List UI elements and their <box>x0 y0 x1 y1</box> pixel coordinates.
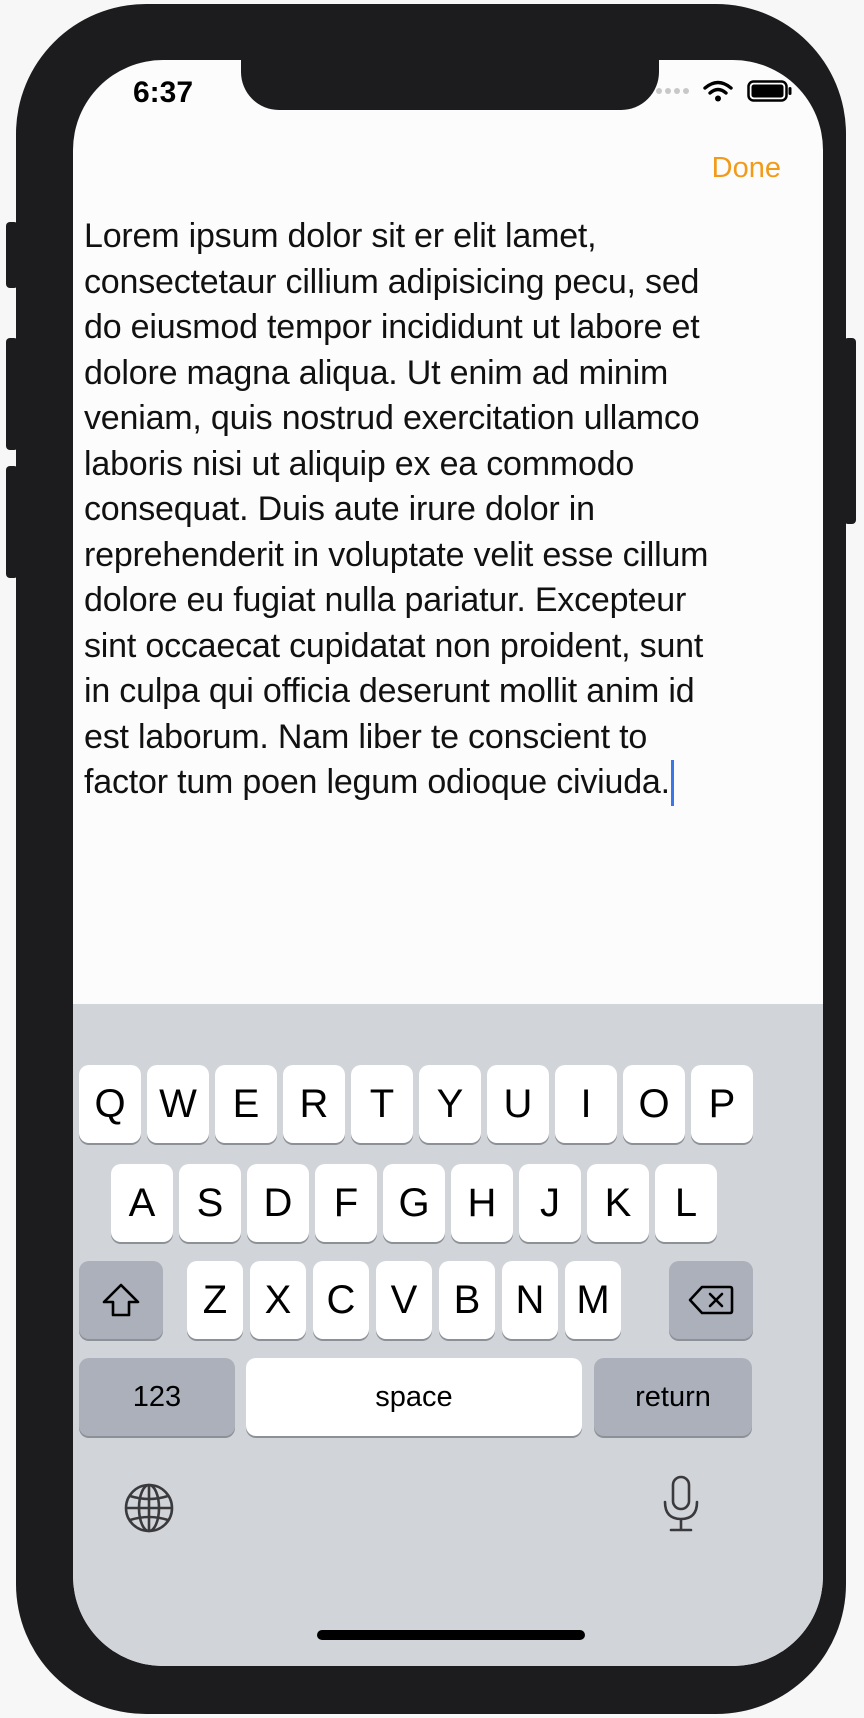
key-w[interactable]: W <box>147 1065 209 1143</box>
shift-key[interactable] <box>79 1261 163 1339</box>
status-indicators <box>655 80 793 102</box>
key-r[interactable]: R <box>283 1065 345 1143</box>
text-editor[interactable]: Lorem ipsum dolor sit er elit lamet, con… <box>84 214 804 806</box>
editor-text: Lorem ipsum dolor sit er elit lamet, con… <box>84 217 709 801</box>
key-v[interactable]: V <box>376 1261 432 1339</box>
key-e[interactable]: E <box>215 1065 277 1143</box>
microphone-icon <box>663 1475 699 1532</box>
keyboard-row-1: Q W E R T Y U I O P <box>73 1065 823 1145</box>
key-g[interactable]: G <box>383 1164 445 1242</box>
cellular-signal-icon <box>656 88 689 94</box>
key-h[interactable]: H <box>451 1164 513 1242</box>
notch <box>241 60 659 110</box>
shift-icon <box>102 1283 140 1317</box>
keyboard: Q W E R T Y U I O P A S D F G H J K L Z … <box>73 1004 823 1666</box>
key-j[interactable]: J <box>519 1164 581 1242</box>
key-a[interactable]: A <box>111 1164 173 1242</box>
battery-icon <box>747 80 792 102</box>
key-u[interactable]: U <box>487 1065 549 1143</box>
delete-icon <box>688 1285 734 1315</box>
keyboard-row-3: Z X C V B N M <box>73 1261 823 1341</box>
key-d[interactable]: D <box>247 1164 309 1242</box>
space-key[interactable]: space <box>246 1358 582 1436</box>
key-o[interactable]: O <box>623 1065 685 1143</box>
key-z[interactable]: Z <box>187 1261 243 1339</box>
key-q[interactable]: Q <box>79 1065 141 1143</box>
volume-down-button <box>6 466 18 578</box>
text-cursor <box>670 760 674 806</box>
phone-frame: 6:37 Done Lorem ipsum dolor sit er elit … <box>6 4 856 1714</box>
keyboard-row-2: A S D F G H J K L <box>73 1164 823 1244</box>
key-s[interactable]: S <box>179 1164 241 1242</box>
delete-key[interactable] <box>669 1261 753 1339</box>
key-c[interactable]: C <box>313 1261 369 1339</box>
key-m[interactable]: M <box>565 1261 621 1339</box>
key-k[interactable]: K <box>587 1164 649 1242</box>
return-key[interactable]: return <box>594 1358 752 1436</box>
key-f[interactable]: F <box>315 1164 377 1242</box>
home-indicator[interactable] <box>317 1630 585 1640</box>
key-i[interactable]: I <box>555 1065 617 1143</box>
key-p[interactable]: P <box>691 1065 753 1143</box>
key-x[interactable]: X <box>250 1261 306 1339</box>
mute-switch <box>6 222 18 288</box>
screen: 6:37 Done Lorem ipsum dolor sit er elit … <box>73 60 823 1666</box>
key-l[interactable]: L <box>655 1164 717 1242</box>
numbers-key[interactable]: 123 <box>79 1358 235 1436</box>
done-button[interactable]: Done <box>712 152 781 185</box>
status-time: 6:37 <box>133 76 194 109</box>
wifi-icon <box>703 80 733 102</box>
power-button <box>844 338 856 524</box>
microphone-button[interactable] <box>661 1474 701 1534</box>
globe-button[interactable] <box>123 1482 175 1534</box>
globe-icon <box>124 1483 174 1533</box>
key-y[interactable]: Y <box>419 1065 481 1143</box>
volume-up-button <box>6 338 18 450</box>
keyboard-row-4: 123 space return <box>73 1358 823 1438</box>
key-n[interactable]: N <box>502 1261 558 1339</box>
key-t[interactable]: T <box>351 1065 413 1143</box>
key-b[interactable]: B <box>439 1261 495 1339</box>
